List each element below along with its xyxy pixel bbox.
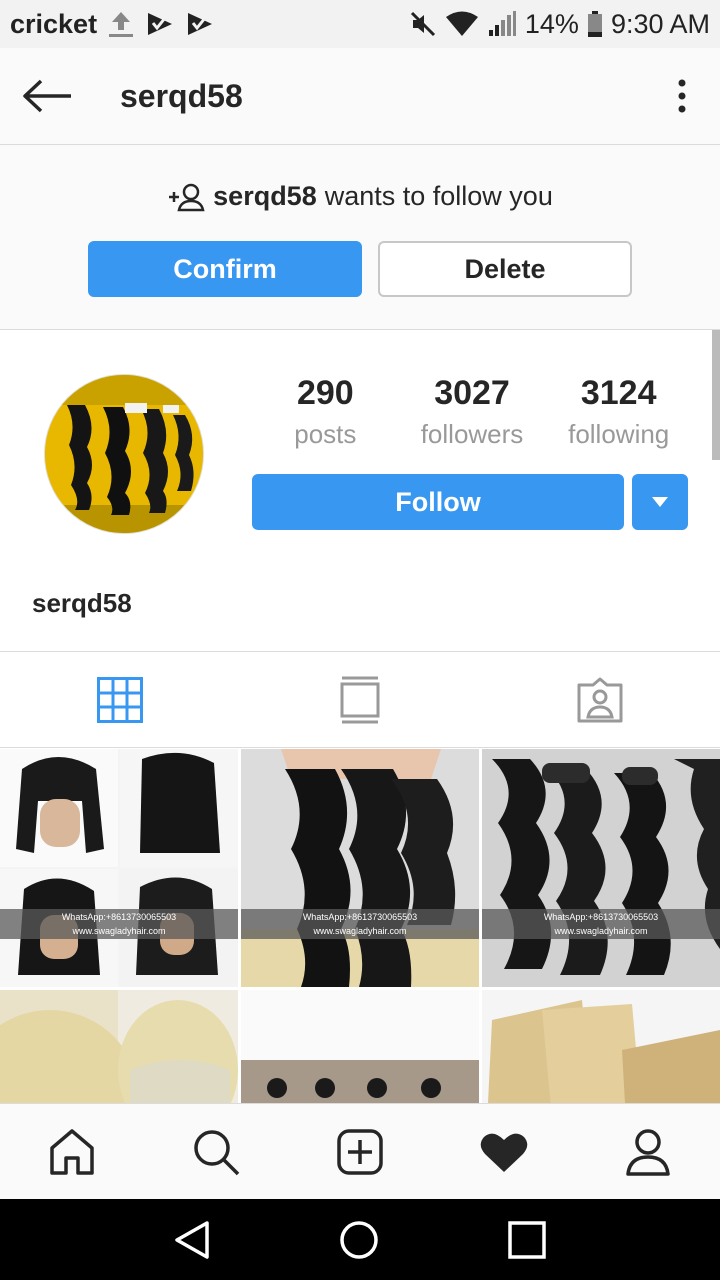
watermark: WhatsApp:+8613730065503 www.swagladyhair…: [241, 909, 479, 939]
posts-stat[interactable]: 290 posts: [252, 374, 399, 450]
caret-down-icon: [652, 497, 668, 507]
following-label: following: [568, 419, 670, 449]
delete-button[interactable]: Delete: [378, 241, 632, 297]
profile-tabs: [0, 652, 720, 748]
profile-header: 290 posts 3027 followers 3124 following …: [0, 330, 720, 652]
system-navigation-bar: [0, 1199, 720, 1280]
nav-activity[interactable]: [432, 1104, 576, 1199]
signal-icon: [487, 10, 517, 38]
profile-username: serqd58: [32, 588, 132, 618]
post-thumbnail[interactable]: WhatsApp:+8613730065503 www.swagladyhair…: [241, 749, 479, 987]
heart-icon: [480, 1133, 528, 1172]
profile-icon: [626, 1128, 670, 1176]
bottom-navigation: [0, 1103, 720, 1199]
status-bar: cricket 14% 9:30 AM: [0, 0, 720, 48]
tab-grid[interactable]: [0, 652, 240, 747]
grid-icon: [97, 676, 143, 723]
confirm-button[interactable]: Confirm: [88, 241, 362, 297]
suggestions-dropdown-button[interactable]: [632, 474, 688, 530]
follow-request-banner: serqd58 wants to follow you Confirm Dele…: [0, 145, 720, 330]
more-vertical-icon: [678, 79, 686, 113]
tab-tagged[interactable]: [480, 652, 720, 747]
tagged-icon: [577, 677, 623, 722]
scrollbar[interactable]: [712, 330, 720, 460]
watermark: WhatsApp:+8613730065503 www.swagladyhair…: [482, 909, 720, 939]
arrow-left-icon: [23, 79, 71, 113]
follow-button[interactable]: Follow: [252, 474, 624, 530]
following-count: 3124: [580, 374, 657, 412]
post-thumbnail[interactable]: [241, 990, 479, 1103]
feed-icon: [340, 676, 380, 723]
nav-profile[interactable]: [576, 1104, 720, 1199]
app-bar: serqd58: [0, 48, 720, 145]
photo-grid: WhatsApp:+8613730065503 www.swagladyhair…: [0, 749, 720, 1103]
more-options-button[interactable]: [644, 48, 720, 145]
follow-request-text: serqd58 wants to follow you: [0, 181, 720, 212]
system-home-icon[interactable]: [339, 1220, 379, 1260]
nav-home[interactable]: [0, 1104, 144, 1199]
back-button[interactable]: [0, 48, 96, 145]
clock: 9:30 AM: [610, 8, 710, 39]
request-username[interactable]: serqd58: [213, 181, 317, 212]
system-recents-icon[interactable]: [507, 1220, 546, 1259]
home-icon: [50, 1128, 94, 1175]
add-person-icon: [169, 183, 205, 211]
upload-icon: [107, 9, 135, 39]
post-thumbnail[interactable]: WhatsApp:+8613730065503 www.swagladyhair…: [0, 749, 238, 987]
posts-label: posts: [294, 419, 357, 449]
page-title: serqd58: [120, 77, 243, 114]
post-thumbnail[interactable]: WhatsApp:+8613730065503 www.swagladyhair…: [482, 749, 720, 987]
battery-icon: [587, 10, 603, 38]
profile-stats: 290 posts 3027 followers 3124 following: [252, 374, 692, 450]
add-post-icon: [337, 1128, 383, 1175]
watermark: WhatsApp:+8613730065503 www.swagladyhair…: [0, 909, 238, 939]
battery-percent: 14%: [524, 8, 579, 39]
search-icon: [194, 1129, 240, 1175]
nav-search[interactable]: [144, 1104, 288, 1199]
following-stat[interactable]: 3124 following: [545, 374, 692, 450]
followers-label: followers: [420, 419, 524, 449]
nav-add-post[interactable]: [288, 1104, 432, 1199]
post-thumbnail[interactable]: [0, 990, 238, 1103]
carrier-name: cricket: [10, 8, 98, 39]
notification-check-icon: [145, 10, 175, 38]
request-message: wants to follow you: [324, 181, 553, 211]
avatar[interactable]: [44, 374, 204, 534]
system-back-icon[interactable]: [174, 1220, 210, 1260]
followers-stat[interactable]: 3027 followers: [399, 374, 546, 450]
wifi-icon: [445, 10, 479, 38]
followers-count: 3027: [434, 374, 510, 412]
posts-count: 290: [296, 374, 354, 412]
mute-icon: [409, 10, 437, 38]
post-thumbnail[interactable]: [482, 990, 720, 1103]
tab-feed[interactable]: [240, 652, 480, 747]
notification-check-icon: [185, 10, 215, 38]
